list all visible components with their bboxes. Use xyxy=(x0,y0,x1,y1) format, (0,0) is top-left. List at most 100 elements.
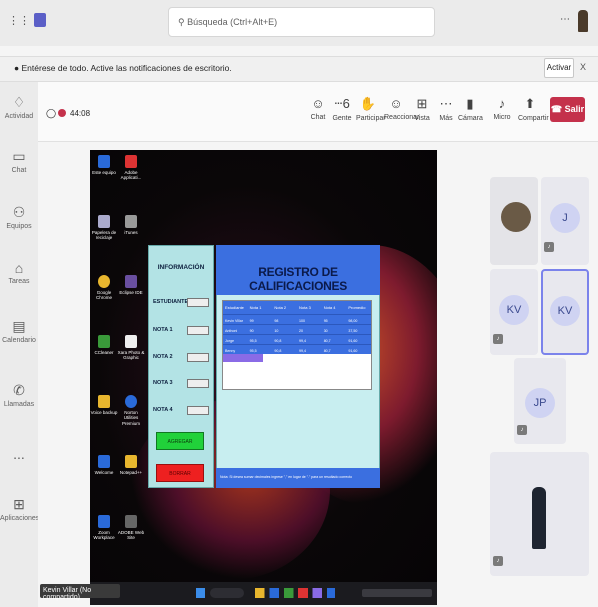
grade1-label: NOTA 1 xyxy=(153,327,173,333)
search-input[interactable]: ⚲ Búsqueda (Ctrl+Alt+E) xyxy=(168,7,435,37)
table-row[interactable]: Kevin Villar 99 98 100 95 98,00 xyxy=(223,314,371,324)
participant-photo xyxy=(501,202,531,232)
desktop-icon[interactable]: Eclipse IDE xyxy=(117,275,145,295)
left-rail: ♢ Actividad ▭ Chat ⚇ Equipos ⌂ Tareas ▤ Calen… xyxy=(0,82,39,607)
sidebar-item-calls[interactable]: ✆ Llamadas xyxy=(0,382,38,408)
top-bar: ⋮⋮ ⚲ Búsqueda (Ctrl+Alt+E) ⋯ xyxy=(0,0,598,46)
participant-tile[interactable]: KV ♪ xyxy=(490,269,538,355)
participant-tile[interactable]: J ♪ xyxy=(541,177,589,265)
participant-tile[interactable]: ♪ xyxy=(490,452,589,576)
react-button[interactable]: ☺ Reaccionar xyxy=(384,96,419,121)
student-label: ESTUDIANTE xyxy=(153,299,189,305)
shield-icon: ◯ xyxy=(46,108,57,118)
sidebar-item-chat[interactable]: ▭ Chat xyxy=(0,148,38,174)
app-header: REGISTRO DE CALIFICACIONES xyxy=(216,245,380,295)
column-header: Nota 3 xyxy=(299,305,311,310)
more-options-icon[interactable]: ⋯ xyxy=(560,14,570,25)
grade2-field[interactable] xyxy=(187,353,209,362)
grade1-field[interactable] xyxy=(187,326,209,335)
grade4-label: NOTA 4 xyxy=(153,407,173,413)
leave-button[interactable]: ☎ Salir xyxy=(550,97,585,122)
mic-muted-icon: ♪ xyxy=(544,242,554,252)
table-row[interactable]: Anthoni 90 10 20 30 37,50 xyxy=(223,324,371,334)
phone-icon: ☎ xyxy=(550,104,565,114)
share-icon: ⬆ xyxy=(524,96,536,111)
participant-photo xyxy=(532,487,546,549)
desktop-icon[interactable]: Este equipo xyxy=(90,155,118,175)
desktop-icon[interactable]: Zoom Workplace xyxy=(90,515,118,541)
grid-view-icon: ⊞ xyxy=(416,96,428,111)
emoji-icon: ☺ xyxy=(389,96,403,111)
notification-bar: ● Entérese de todo. Active las notificac… xyxy=(0,56,598,82)
search-icon: ⚲ xyxy=(178,17,188,27)
presenter-caption: Kevin Villar (No compartido) xyxy=(40,584,120,601)
phone-icon: ✆ xyxy=(13,382,25,398)
info-panel: INFORMACIÓN ESTUDIANTE NOTA 1 NOTA 2 NOT… xyxy=(148,245,214,488)
calendar-icon: ▤ xyxy=(12,318,26,334)
more-icon: ... xyxy=(13,446,25,462)
desktop-icon[interactable]: Notepad++ xyxy=(117,455,145,475)
taskbar-search[interactable] xyxy=(210,588,244,598)
hand-icon: ✋ xyxy=(359,96,377,111)
camera-button[interactable]: ▮ Cámara xyxy=(458,96,483,122)
desktop-icon[interactable]: Adobe Applicati... xyxy=(117,155,145,181)
mic-off-icon: ♪ xyxy=(498,96,506,111)
more-button[interactable]: ⋯ Más xyxy=(434,96,458,122)
app-grid-icon[interactable]: ⋮⋮ xyxy=(8,14,30,27)
system-tray-icon[interactable] xyxy=(362,589,432,597)
view-button[interactable]: ⊞ Vista xyxy=(410,96,434,122)
raise-hand-button[interactable]: ✋ Participar xyxy=(356,96,386,122)
activate-button[interactable]: Activar xyxy=(544,58,574,78)
desktop-icon[interactable]: iTunes xyxy=(117,215,145,235)
camera-off-icon: ▮ xyxy=(466,96,474,111)
table-row[interactable]: Benny 95,5 90,8 99,4 80,7 91,60 xyxy=(223,344,371,354)
table-header: Estudiante Nota 1 Nota 2 Nota 3 Nota 4 P… xyxy=(223,301,371,314)
desktop-icon[interactable]: Xara Photo & Graphic xyxy=(117,335,145,361)
new-row[interactable] xyxy=(223,354,263,362)
apps-icon: ⊞ xyxy=(13,496,25,512)
desktop-icon[interactable]: Papelera de reciclaje xyxy=(90,215,118,241)
bell-icon: ♢ xyxy=(12,94,26,110)
table-row[interactable]: Jorge 95,5 90,8 99,4 80,7 91,60 xyxy=(223,334,371,344)
people-button[interactable]: ⵈ6 Gente xyxy=(330,96,354,122)
sidebar-item-activity[interactable]: ♢ Actividad xyxy=(0,94,38,120)
participant-tile[interactable]: JP ♪ xyxy=(514,358,566,444)
desktop-icon[interactable]: Norton Utilities Premium xyxy=(117,395,145,426)
add-button[interactable]: AGREGAR xyxy=(156,432,204,450)
more-icon: ⋯ xyxy=(439,96,453,111)
user-avatar[interactable] xyxy=(578,10,588,32)
people-icon: ⵈ6 xyxy=(334,96,350,111)
participant-tile-active[interactable]: KV xyxy=(541,269,589,355)
participant-avatar: J xyxy=(550,203,580,233)
grades-table: Estudiante Nota 1 Nota 2 Nota 3 Nota 4 P… xyxy=(222,300,372,390)
grade3-field[interactable] xyxy=(187,379,209,388)
column-header: Estudiante xyxy=(225,305,244,310)
taskbar-apps-icon[interactable] xyxy=(255,588,335,598)
desktop-icon[interactable]: CCleaner xyxy=(90,335,118,355)
sidebar-item-teams[interactable]: ⚇ Equipos xyxy=(0,204,38,230)
column-header: Nota 4 xyxy=(323,305,336,310)
teams-logo-icon xyxy=(34,13,46,27)
grade3-label: NOTA 3 xyxy=(153,380,173,386)
grade4-field[interactable] xyxy=(187,406,209,415)
mic-button[interactable]: ♪ Micro xyxy=(490,96,514,121)
desktop-icon[interactable]: Google Chrome xyxy=(90,275,118,301)
participant-avatar: JP xyxy=(525,388,555,418)
desktop-icon[interactable]: ADOBE Web Site xyxy=(117,515,145,541)
tasks-icon: ⌂ xyxy=(14,260,24,276)
sidebar-item-tasks[interactable]: ⌂ Tareas xyxy=(0,260,38,285)
desktop-icon[interactable]: Voice backup xyxy=(90,395,118,415)
column-header: Nota 2 xyxy=(274,305,287,310)
delete-button[interactable]: BORRAR xyxy=(156,464,204,482)
start-icon[interactable] xyxy=(196,588,205,598)
participant-tile[interactable] xyxy=(490,177,538,265)
student-field[interactable] xyxy=(187,298,209,307)
chat-button[interactable]: ☺ Chat xyxy=(306,96,330,121)
info-icon: ● xyxy=(14,63,22,73)
close-notification-button[interactable]: X xyxy=(580,62,586,72)
sidebar-item-calendar[interactable]: ▤ Calendario xyxy=(0,318,38,344)
share-button[interactable]: ⬆ Compartir xyxy=(518,96,549,122)
sidebar-item-apps[interactable]: ⊞ Aplicaciones xyxy=(0,496,39,522)
desktop-icon[interactable]: Welcome xyxy=(90,455,118,475)
sidebar-item-more[interactable]: ... xyxy=(0,446,38,464)
